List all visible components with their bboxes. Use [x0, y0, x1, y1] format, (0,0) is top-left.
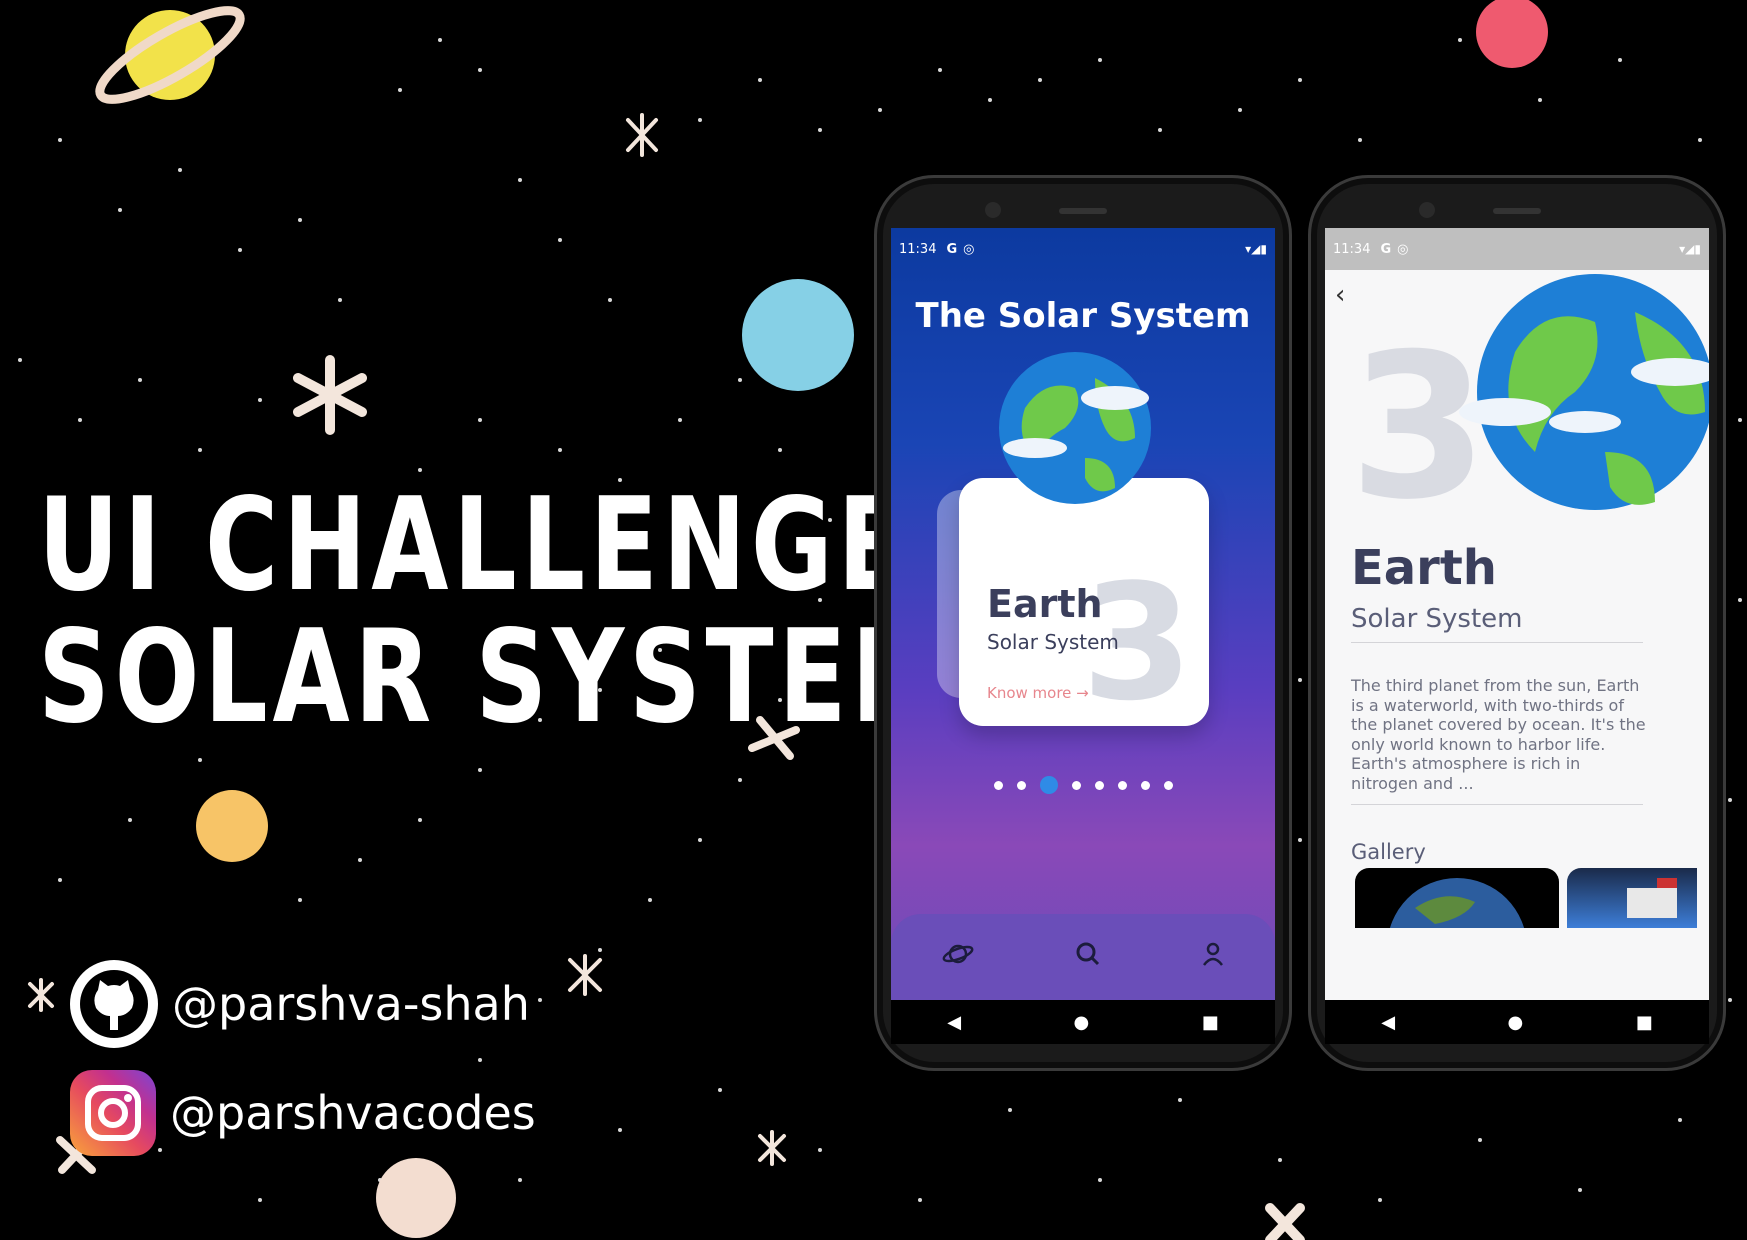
front-camera [1419, 202, 1435, 218]
sync-icon: ◎ [963, 241, 975, 257]
planet-name: Earth [987, 582, 1103, 626]
gallery-heading: Gallery [1351, 840, 1426, 864]
home-screen: 11:34 G ◎ ▾◢▮ The Solar System 3 Earth S… [891, 228, 1275, 1000]
search-icon[interactable] [1075, 941, 1101, 974]
signal-battery-icon: ▾◢▮ [1679, 242, 1701, 256]
recents-nav-button[interactable]: ■ [1202, 1012, 1219, 1033]
earth-illustration [999, 352, 1151, 504]
github-icon [70, 960, 158, 1048]
bottom-navigation [891, 914, 1275, 1000]
github-link[interactable]: @parshva-shah [70, 960, 530, 1048]
gallery-image-earth[interactable] [1355, 868, 1559, 928]
pager-dot[interactable] [993, 780, 1003, 790]
headline-line-2: SOLAR SYSTEM [38, 603, 956, 752]
pager-dot[interactable] [1094, 780, 1104, 790]
pager-dot[interactable] [1117, 780, 1127, 790]
instagram-icon [70, 1070, 156, 1156]
status-time: 11:34 [899, 241, 937, 257]
headline: UI CHALLENGE SOLAR SYSTEM [38, 480, 955, 744]
status-bar: 11:34 G ◎ ▾◢▮ [891, 228, 1275, 270]
google-icon: G [1380, 241, 1392, 257]
pager-dot[interactable] [1163, 780, 1173, 790]
earpiece [1493, 208, 1541, 214]
pager-dot-active[interactable] [1039, 776, 1058, 794]
phone-home-screen: 11:34 G ◎ ▾◢▮ The Solar System 3 Earth S… [874, 175, 1292, 1071]
pager-dot[interactable] [1071, 780, 1081, 790]
recents-nav-button[interactable]: ■ [1636, 1012, 1653, 1033]
system-nav-bar: ◀ ● ■ [1325, 1000, 1709, 1044]
system-nav-bar: ◀ ● ■ [891, 1000, 1275, 1044]
earth-illustration [1459, 274, 1709, 510]
phone-detail-screen: 11:34 G ◎ ▾◢▮ ‹ 3 Earth Solar System The… [1308, 175, 1726, 1071]
back-button[interactable]: ‹ [1335, 280, 1345, 310]
page-title: The Solar System [915, 296, 1251, 336]
status-time: 11:34 [1333, 241, 1371, 257]
planet-subtitle: Solar System [1351, 604, 1523, 634]
back-nav-button[interactable]: ◀ [947, 1012, 961, 1033]
know-more-link[interactable]: Know more → [987, 684, 1089, 702]
signal-battery-icon: ▾◢▮ [1245, 242, 1267, 256]
back-nav-button[interactable]: ◀ [1381, 1012, 1395, 1033]
earpiece [1059, 208, 1107, 214]
front-camera [985, 202, 1001, 218]
home-nav-button[interactable]: ● [1508, 1012, 1524, 1033]
pager-dot[interactable] [1016, 780, 1026, 790]
planet-icon[interactable] [941, 941, 975, 974]
planet-name: Earth [1351, 540, 1497, 596]
instagram-handle: @parshvacodes [170, 1086, 536, 1140]
instagram-link[interactable]: @parshvacodes [70, 1070, 536, 1156]
github-handle: @parshva-shah [172, 977, 530, 1031]
sync-icon: ◎ [1397, 241, 1409, 257]
planet-subtitle: Solar System [987, 630, 1119, 654]
home-nav-button[interactable]: ● [1074, 1012, 1090, 1033]
pager-dot[interactable] [1140, 780, 1150, 790]
pager-dots[interactable] [891, 776, 1275, 794]
divider [1351, 642, 1643, 643]
detail-screen: 11:34 G ◎ ▾◢▮ ‹ 3 Earth Solar System The… [1325, 228, 1709, 1000]
planet-description: The third planet from the sun, Earth is … [1351, 676, 1646, 793]
profile-icon[interactable] [1201, 941, 1225, 974]
divider [1351, 804, 1643, 805]
planet-card[interactable]: 3 Earth Solar System Know more → [959, 478, 1209, 726]
gallery-image-space-station[interactable] [1567, 868, 1697, 928]
google-icon: G [946, 241, 958, 257]
headline-line-1: UI CHALLENGE [38, 471, 911, 620]
